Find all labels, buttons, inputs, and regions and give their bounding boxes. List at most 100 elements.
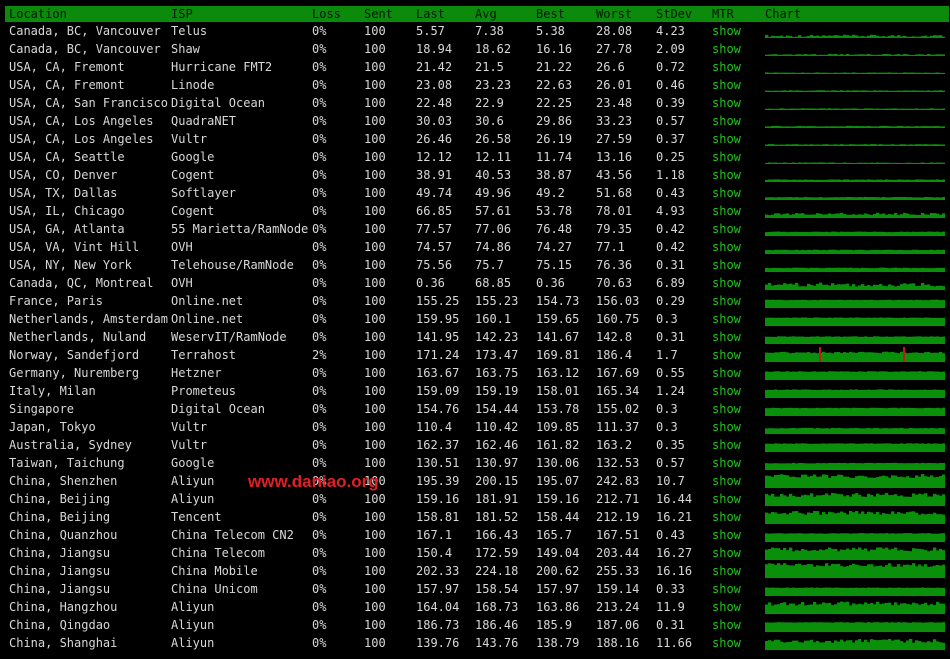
chart-bar (837, 317, 841, 326)
mtr-show-link[interactable]: show (712, 202, 741, 220)
chart-bar (903, 53, 907, 56)
chart-bar (942, 371, 945, 380)
cell-stdev: 0.42 (656, 222, 685, 236)
chart-bar (924, 389, 928, 398)
chart-bar (846, 231, 850, 236)
cell-best: 53.78 (536, 204, 573, 218)
cell-location: USA, TX, Dallas (9, 186, 118, 200)
chart-bar (792, 587, 796, 596)
cell-loss: 0% (312, 600, 327, 614)
chart-bar (846, 533, 850, 542)
chart-bar (780, 54, 784, 56)
mtr-show-link[interactable]: show (712, 544, 741, 562)
mtr-show-link[interactable]: show (712, 472, 741, 490)
chart-bar (906, 496, 910, 506)
cell-isp: OVH (171, 240, 193, 254)
chart-bar (870, 197, 874, 200)
chart-bar (831, 108, 835, 110)
chart-bar (918, 336, 922, 344)
mtr-show-link[interactable]: show (712, 220, 741, 238)
mtr-show-link[interactable]: show (712, 346, 741, 364)
chart-bar (858, 162, 862, 164)
chart-bar (873, 72, 877, 74)
chart-bar (801, 549, 805, 560)
mtr-show-link[interactable]: show (712, 94, 741, 112)
chart-bar (933, 268, 937, 272)
chart-bar (828, 428, 832, 434)
chart-bar (792, 284, 796, 290)
mtr-show-link[interactable]: show (712, 508, 741, 526)
chart-bar (783, 642, 787, 650)
chart-bar (906, 353, 910, 362)
cell-worst: 188.16 (596, 636, 640, 650)
mtr-show-link[interactable]: show (712, 184, 741, 202)
mtr-show-link[interactable]: show (712, 148, 741, 166)
chart-bar (876, 54, 880, 56)
mtr-show-link[interactable]: show (712, 490, 741, 508)
chart-bar (888, 162, 892, 164)
chart-bar (915, 352, 919, 362)
chart-bar (906, 250, 910, 254)
chart-bar (906, 443, 910, 452)
chart-bar (786, 90, 790, 92)
chart-bar (918, 564, 922, 578)
mtr-show-link[interactable]: show (712, 526, 741, 544)
chart-bar (780, 588, 784, 596)
mtr-show-link[interactable]: show (712, 598, 741, 616)
mtr-show-link[interactable]: show (712, 130, 741, 148)
chart-bar (834, 336, 838, 344)
chart-bar (888, 299, 892, 308)
chart-bar (840, 353, 844, 362)
chart-bar (909, 463, 913, 470)
chart-bar (792, 72, 796, 74)
chart-bar (771, 179, 775, 182)
chart-bar (816, 162, 820, 164)
chart-bar (786, 407, 790, 416)
mtr-show-link[interactable]: show (712, 382, 741, 400)
mtr-show-link[interactable]: show (712, 400, 741, 418)
mtr-show-link[interactable]: show (712, 328, 741, 346)
chart-bar (768, 299, 772, 308)
mtr-show-link[interactable]: show (712, 76, 741, 94)
mtr-show-link[interactable]: show (712, 166, 741, 184)
chart-bar (864, 144, 868, 146)
chart-bar (924, 317, 928, 326)
chart-bar (903, 533, 907, 542)
chart-bar (774, 512, 778, 524)
mtr-show-link[interactable]: show (712, 454, 741, 472)
mtr-show-link[interactable]: show (712, 22, 741, 40)
chart-bar (882, 267, 886, 272)
mtr-show-link[interactable]: show (712, 580, 741, 598)
chart-bar (906, 389, 910, 398)
chart-bar (891, 351, 895, 362)
chart-bar (924, 108, 928, 110)
chart-bar (897, 443, 901, 452)
mtr-show-link[interactable]: show (712, 310, 741, 328)
chart-bar (840, 474, 844, 488)
chart-bar (822, 317, 826, 326)
mtr-show-link[interactable]: show (712, 418, 741, 436)
mtr-show-link[interactable]: show (712, 436, 741, 454)
mtr-show-link[interactable]: show (712, 292, 741, 310)
mtr-show-link[interactable]: show (712, 364, 741, 382)
chart-bar (885, 162, 889, 164)
mtr-show-link[interactable]: show (712, 616, 741, 634)
mtr-show-link[interactable]: show (712, 562, 741, 580)
mtr-show-link[interactable]: show (712, 58, 741, 76)
chart-bar (852, 336, 856, 344)
mtr-show-link[interactable]: show (712, 274, 741, 292)
chart-bar (840, 212, 844, 218)
latency-chart (765, 563, 945, 578)
chart-bar (849, 389, 853, 398)
chart-bar (828, 162, 832, 164)
chart-bar (876, 300, 880, 308)
chart-bar (765, 494, 769, 506)
chart-bar (936, 476, 940, 488)
chart-bar (789, 353, 793, 362)
mtr-show-link[interactable]: show (712, 112, 741, 130)
mtr-show-link[interactable]: show (712, 634, 741, 652)
mtr-show-link[interactable]: show (712, 40, 741, 58)
chart-bar (867, 35, 871, 38)
mtr-show-link[interactable]: show (712, 256, 741, 274)
mtr-show-link[interactable]: show (712, 238, 741, 256)
